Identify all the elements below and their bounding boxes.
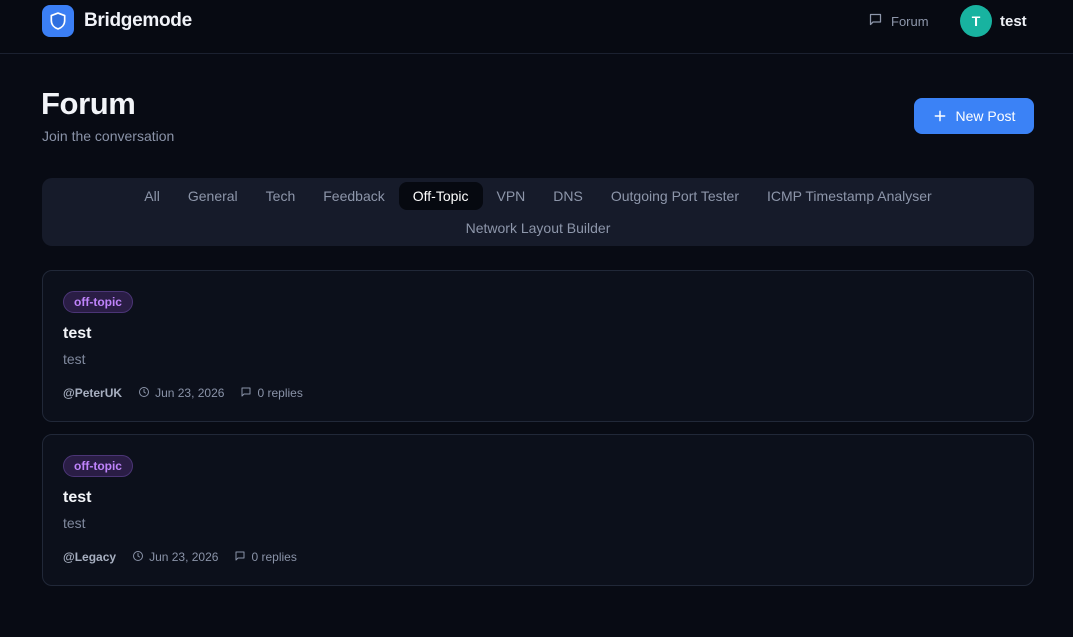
post-author[interactable]: @Legacy <box>63 550 116 564</box>
tab-outgoing-port-tester[interactable]: Outgoing Port Tester <box>597 182 753 210</box>
post-card[interactable]: off-topic test test @PeterUK Jun 23, 202… <box>42 270 1034 422</box>
post-replies: 0 replies <box>234 550 297 565</box>
new-post-button[interactable]: New Post <box>914 98 1034 134</box>
post-date-text: Jun 23, 2026 <box>155 386 225 400</box>
tab-off-topic[interactable]: Off-Topic <box>398 182 483 210</box>
post-excerpt: test <box>63 515 86 531</box>
message-square-icon <box>868 12 891 30</box>
post-date-text: Jun 23, 2026 <box>149 550 219 564</box>
message-square-icon <box>234 550 251 565</box>
post-tag-badge[interactable]: off-topic <box>63 455 133 477</box>
post-date: Jun 23, 2026 <box>138 386 224 401</box>
page-title: Forum <box>41 86 136 121</box>
nav-forum-link[interactable]: Forum <box>868 12 929 30</box>
post-excerpt: test <box>63 351 86 367</box>
tab-all[interactable]: All <box>130 182 174 210</box>
tab-icmp-timestamp-analyser[interactable]: ICMP Timestamp Analyser <box>753 182 946 210</box>
tab-general[interactable]: General <box>174 182 252 210</box>
post-replies: 0 replies <box>240 386 303 401</box>
post-author[interactable]: @PeterUK <box>63 386 122 400</box>
shield-icon <box>42 5 74 37</box>
post-card[interactable]: off-topic test test @Legacy Jun 23, 2026… <box>42 434 1034 586</box>
tab-feedback[interactable]: Feedback <box>309 182 398 210</box>
tab-network-layout-builder[interactable]: Network Layout Builder <box>452 214 625 242</box>
post-meta: @Legacy Jun 23, 2026 0 replies <box>63 549 297 565</box>
plus-icon <box>933 109 947 123</box>
nav-forum-label: Forum <box>891 13 929 29</box>
post-replies-text: 0 replies <box>257 386 303 400</box>
post-tag-badge[interactable]: off-topic <box>63 291 133 313</box>
user-menu[interactable]: T test <box>960 5 1027 37</box>
avatar: T <box>960 5 992 37</box>
tab-tech[interactable]: Tech <box>252 182 310 210</box>
post-replies-text: 0 replies <box>251 550 297 564</box>
category-tabs: All General Tech Feedback Off-Topic VPN … <box>42 178 1034 246</box>
post-meta: @PeterUK Jun 23, 2026 0 replies <box>63 385 303 401</box>
tab-dns[interactable]: DNS <box>539 182 597 210</box>
clock-icon <box>138 386 155 401</box>
post-title: test <box>63 489 92 506</box>
brand-link[interactable]: Bridgemode <box>42 5 192 37</box>
top-navigation-bar: Bridgemode Forum T test <box>0 0 1073 54</box>
brand-name: Bridgemode <box>84 10 192 31</box>
post-title: test <box>63 325 92 342</box>
message-square-icon <box>240 386 257 401</box>
clock-icon <box>132 550 149 565</box>
tab-vpn[interactable]: VPN <box>483 182 540 210</box>
page-subtitle: Join the conversation <box>42 128 175 144</box>
user-name: test <box>1000 12 1027 30</box>
new-post-label: New Post <box>955 108 1016 124</box>
post-date: Jun 23, 2026 <box>132 550 218 565</box>
